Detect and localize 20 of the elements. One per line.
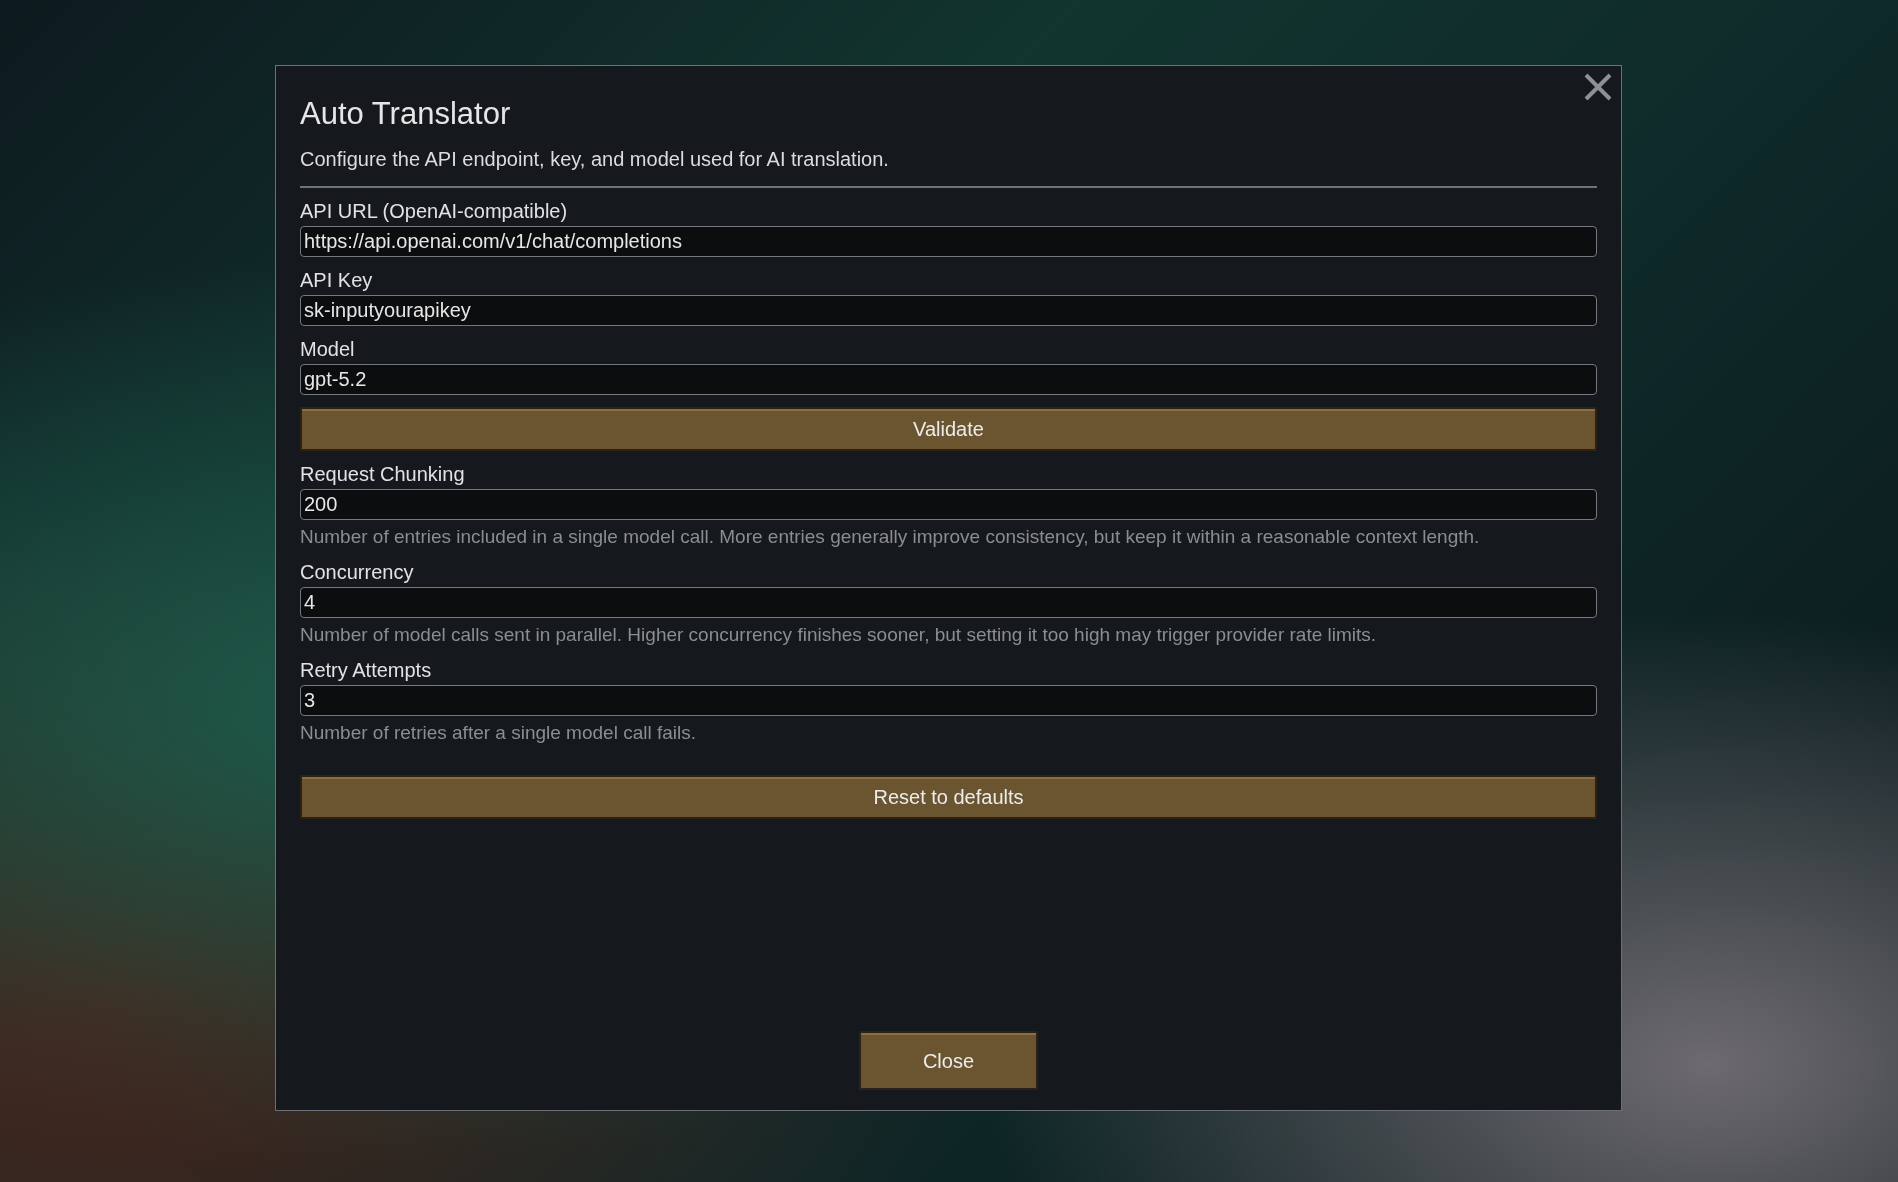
help-text: Number of retries after a single model call fails. (300, 721, 697, 745)
field-label: Model (300, 337, 355, 362)
input-field[interactable]: sk-inputyourapikey (300, 295, 1597, 326)
field-label: API Key (300, 268, 373, 293)
field-label: API URL (OpenAI-compatible) (300, 199, 568, 224)
action-button[interactable]: Validate (300, 407, 1597, 451)
input-field[interactable]: 200 (300, 489, 1597, 520)
dialog-title: Auto Translator (300, 95, 511, 133)
help-text: Number of model calls sent in parallel. Higher concurrency finishes sooner, but setting it too high may trigger provider rate limits. (300, 623, 1378, 647)
dialog-description: Configure the API endpoint, key, and model used for AI translation. (300, 147, 889, 172)
input-field[interactable]: https://api.openai.com/v1/chat/completions (300, 226, 1597, 257)
close-button[interactable]: Close (859, 1031, 1038, 1090)
field-label: Retry Attempts (300, 658, 432, 683)
action-button[interactable]: Reset to defaults (300, 775, 1597, 819)
input-field[interactable]: 3 (300, 685, 1597, 716)
field-label: Request Chunking (300, 462, 465, 487)
field-label: Concurrency (300, 560, 414, 585)
help-text: Number of entries included in a single model call. More entries generally improve consistency, but keep it within a reasonable context length. (300, 525, 1481, 549)
input-field[interactable]: gpt-5.2 (300, 364, 1597, 395)
input-field[interactable]: 4 (300, 587, 1597, 618)
